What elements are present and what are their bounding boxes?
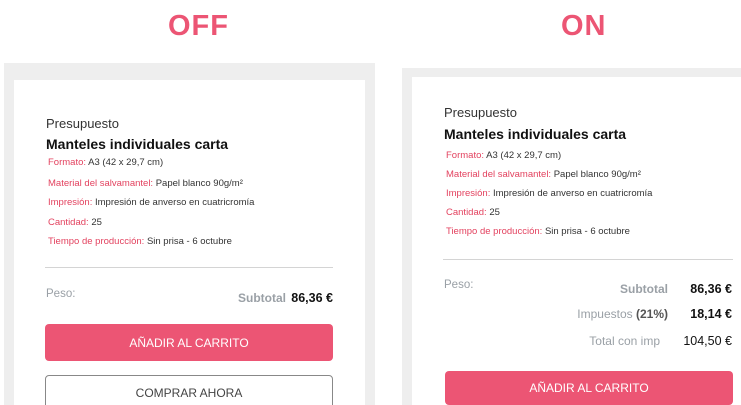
add-to-cart-button[interactable]: AÑADIR AL CARRITO	[45, 324, 333, 361]
peso-label: Peso:	[46, 288, 76, 300]
attr-key: Material del salvamantel:	[48, 178, 154, 189]
attr-key: Impresión:	[48, 197, 93, 208]
attr-value: Impresión de anverso en cuatricromía	[493, 188, 653, 199]
on-heading: ON	[561, 10, 607, 42]
product-title: Manteles individuales carta	[46, 136, 229, 152]
attr-value: Impresión de anverso en cuatricromía	[95, 197, 255, 208]
attr-value: Papel blanco 90g/m²	[553, 169, 641, 180]
total-label: Total con imp	[589, 334, 660, 348]
attr-value: Sin prisa - 6 octubre	[544, 226, 630, 237]
attr-key: Formato:	[446, 150, 485, 161]
tax-label: Impuestos (21%)	[577, 307, 668, 321]
divider	[45, 267, 333, 268]
tax-percent: (21%)	[635, 307, 668, 321]
off-heading: OFF	[168, 10, 229, 42]
left-quote-card: Presupuesto Manteles individuales carta …	[14, 80, 365, 405]
attr-key: Cantidad:	[446, 207, 487, 218]
attr-value: 25	[91, 217, 102, 228]
attr-value: 25	[489, 207, 500, 218]
subtotal-value: 86,36 €	[690, 282, 732, 296]
attr-formato: Formato: A3 (42 x 29,7 cm)	[446, 150, 561, 161]
attr-cantidad: Cantidad: 25	[446, 207, 500, 218]
subtotal-label: Subtotal	[620, 282, 668, 296]
right-quote-card: Presupuesto Manteles individuales carta …	[412, 77, 741, 405]
presupuesto-label: Presupuesto	[46, 116, 119, 131]
attr-tiempo: Tiempo de producción: Sin prisa - 6 octu…	[48, 236, 232, 247]
attr-key: Material del salvamantel:	[446, 169, 552, 180]
buy-now-button[interactable]: COMPRAR AHORA	[45, 375, 333, 405]
attr-cantidad: Cantidad: 25	[48, 217, 102, 228]
subtotal-value: 86,36 €	[291, 291, 333, 305]
attr-material: Material del salvamantel: Papel blanco 9…	[48, 178, 243, 189]
attr-value: A3 (42 x 29,7 cm)	[486, 150, 562, 161]
attr-key: Impresión:	[446, 188, 491, 199]
attr-value: Sin prisa - 6 octubre	[146, 236, 232, 247]
divider	[443, 259, 733, 260]
attr-formato: Formato: A3 (42 x 29,7 cm)	[48, 157, 163, 168]
attr-impresion: Impresión: Impresión de anverso en cuatr…	[48, 197, 254, 208]
add-to-cart-button[interactable]: AÑADIR AL CARRITO	[445, 371, 733, 405]
peso-label: Peso:	[444, 279, 474, 291]
subtotal-label: Subtotal	[238, 291, 286, 305]
tax-label-text: Impuestos	[577, 307, 633, 321]
presupuesto-label: Presupuesto	[444, 105, 517, 120]
attr-key: Tiempo de producción:	[48, 236, 145, 247]
attr-material: Material del salvamantel: Papel blanco 9…	[446, 169, 641, 180]
attr-key: Formato:	[48, 157, 87, 168]
attr-key: Cantidad:	[48, 217, 89, 228]
product-title: Manteles individuales carta	[444, 126, 627, 142]
attr-value: A3 (42 x 29,7 cm)	[88, 157, 164, 168]
attr-key: Tiempo de producción:	[446, 226, 543, 237]
total-value: 104,50 €	[683, 334, 732, 348]
attr-impresion: Impresión: Impresión de anverso en cuatr…	[446, 188, 652, 199]
attr-value: Papel blanco 90g/m²	[155, 178, 243, 189]
attr-tiempo: Tiempo de producción: Sin prisa - 6 octu…	[446, 226, 630, 237]
tax-value: 18,14 €	[690, 307, 732, 321]
